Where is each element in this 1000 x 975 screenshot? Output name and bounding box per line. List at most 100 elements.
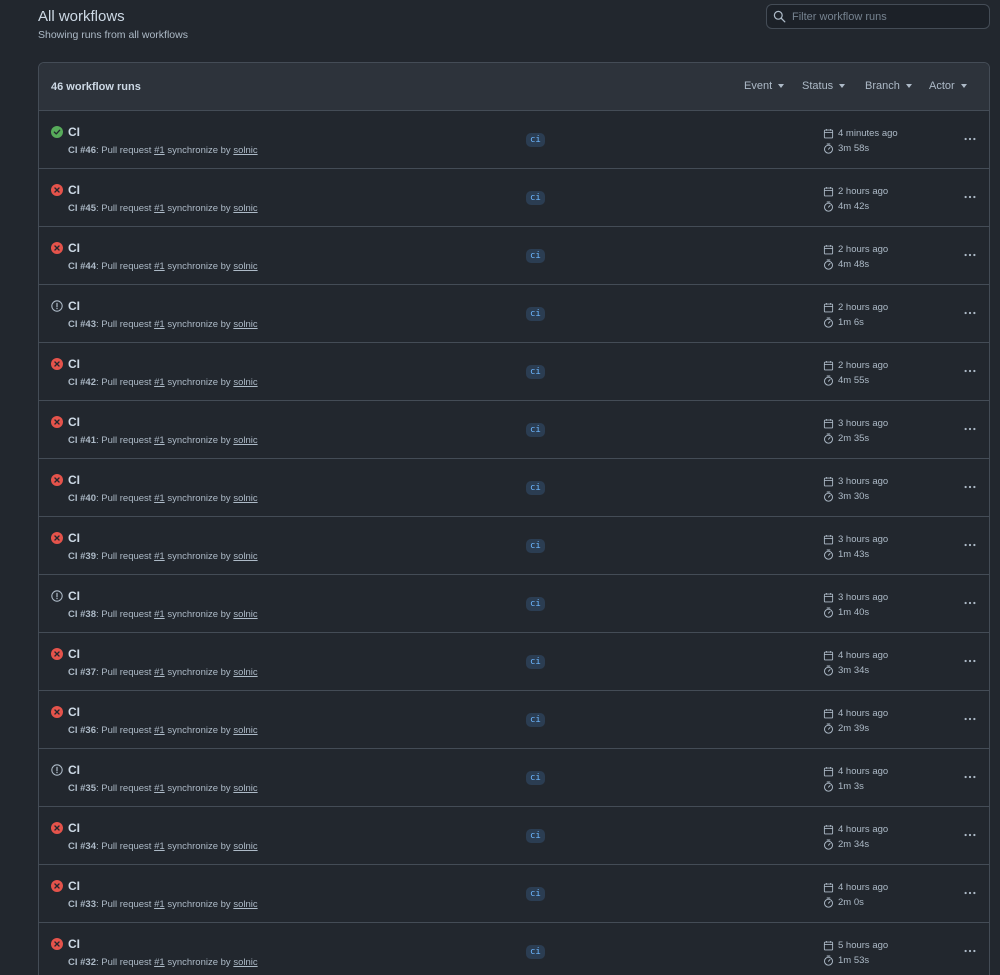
pull-request-link[interactable]: #1 — [154, 435, 165, 446]
actor-filter[interactable]: Actor — [929, 80, 967, 92]
actor-link[interactable]: solnic — [233, 725, 257, 736]
workflow-run-row[interactable]: CI CI #40: Pull request #1 synchronize by… — [39, 459, 989, 517]
run-title-link[interactable]: CI — [68, 879, 80, 893]
pull-request-link[interactable]: #1 — [154, 493, 165, 504]
filter-runs-search[interactable] — [766, 4, 990, 29]
run-title-link[interactable]: CI — [68, 473, 80, 487]
pull-request-link[interactable]: #1 — [154, 145, 165, 156]
run-title-link[interactable]: CI — [68, 821, 80, 835]
actor-link[interactable]: solnic — [233, 899, 257, 910]
branch-tag[interactable]: ci — [526, 539, 545, 553]
run-title-link[interactable]: CI — [68, 937, 80, 951]
actor-link[interactable]: solnic — [233, 783, 257, 794]
run-title-link[interactable]: CI — [68, 357, 80, 371]
pull-request-link[interactable]: #1 — [154, 609, 165, 620]
run-title-link[interactable]: CI — [68, 647, 80, 661]
actor-link[interactable]: solnic — [233, 841, 257, 852]
run-workflow: CI #36 — [68, 725, 96, 736]
more-options-button[interactable] — [961, 536, 979, 554]
more-options-button[interactable] — [961, 478, 979, 496]
more-options-button[interactable] — [961, 768, 979, 786]
run-meta: CI #38: Pull request #1 synchronize by s… — [68, 609, 258, 620]
workflow-run-row[interactable]: CI CI #42: Pull request #1 synchronize by… — [39, 343, 989, 401]
more-options-button[interactable] — [961, 942, 979, 960]
pull-request-link[interactable]: #1 — [154, 725, 165, 736]
run-title-link[interactable]: CI — [68, 705, 80, 719]
branch-tag[interactable]: ci — [526, 249, 545, 263]
actor-link[interactable]: solnic — [233, 957, 257, 968]
pull-request-link[interactable]: #1 — [154, 957, 165, 968]
run-title-link[interactable]: CI — [68, 241, 80, 255]
actor-link[interactable]: solnic — [233, 493, 257, 504]
run-title-link[interactable]: CI — [68, 763, 80, 777]
more-options-button[interactable] — [961, 362, 979, 380]
workflow-run-row[interactable]: CI CI #43: Pull request #1 synchronize by… — [39, 285, 989, 343]
pull-request-link[interactable]: #1 — [154, 667, 165, 678]
actor-link[interactable]: solnic — [233, 377, 257, 388]
branch-tag[interactable]: ci — [526, 771, 545, 785]
branch-tag[interactable]: ci — [526, 133, 545, 147]
more-options-button[interactable] — [961, 304, 979, 322]
pull-request-link[interactable]: #1 — [154, 551, 165, 562]
actor-link[interactable]: solnic — [233, 203, 257, 214]
workflow-run-row[interactable]: CI CI #39: Pull request #1 synchronize by… — [39, 517, 989, 575]
more-options-button[interactable] — [961, 652, 979, 670]
more-options-button[interactable] — [961, 130, 979, 148]
workflow-run-row[interactable]: CI CI #46: Pull request #1 synchronize by… — [39, 111, 989, 169]
workflow-run-row[interactable]: CI CI #36: Pull request #1 synchronize by… — [39, 691, 989, 749]
branch-tag[interactable]: ci — [526, 365, 545, 379]
stopwatch-icon — [824, 897, 833, 908]
pull-request-link[interactable]: #1 — [154, 319, 165, 330]
status-filter[interactable]: Status — [802, 80, 846, 92]
branch-tag[interactable]: ci — [526, 597, 545, 611]
branch-tag[interactable]: ci — [526, 655, 545, 669]
actor-link[interactable]: solnic — [233, 435, 257, 446]
pull-request-link[interactable]: #1 — [154, 899, 165, 910]
run-title-link[interactable]: CI — [68, 589, 80, 603]
run-title-link[interactable]: CI — [68, 531, 80, 545]
workflow-run-row[interactable]: CI CI #34: Pull request #1 synchronize by… — [39, 807, 989, 865]
pull-request-link[interactable]: #1 — [154, 203, 165, 214]
branch-tag[interactable]: ci — [526, 307, 545, 321]
workflow-run-row[interactable]: CI CI #32: Pull request #1 synchronize by… — [39, 923, 989, 975]
run-title-link[interactable]: CI — [68, 183, 80, 197]
branch-tag[interactable]: ci — [526, 713, 545, 727]
pull-request-link[interactable]: #1 — [154, 377, 165, 388]
workflow-run-row[interactable]: CI CI #37: Pull request #1 synchronize by… — [39, 633, 989, 691]
workflow-run-row[interactable]: CI CI #38: Pull request #1 synchronize by… — [39, 575, 989, 633]
pull-request-link[interactable]: #1 — [154, 261, 165, 272]
branch-tag[interactable]: ci — [526, 481, 545, 495]
actor-link[interactable]: solnic — [233, 667, 257, 678]
event-filter[interactable]: Event — [744, 80, 785, 92]
branch-tag[interactable]: ci — [526, 945, 545, 959]
branch-tag[interactable]: ci — [526, 191, 545, 205]
workflow-run-row[interactable]: CI CI #41: Pull request #1 synchronize by… — [39, 401, 989, 459]
more-options-button[interactable] — [961, 246, 979, 264]
branch-tag[interactable]: ci — [526, 423, 545, 437]
actor-link[interactable]: solnic — [233, 145, 257, 156]
workflow-run-row[interactable]: CI CI #44: Pull request #1 synchronize by… — [39, 227, 989, 285]
workflow-run-row[interactable]: CI CI #45: Pull request #1 synchronize by… — [39, 169, 989, 227]
actor-link[interactable]: solnic — [233, 609, 257, 620]
branch-filter[interactable]: Branch — [865, 80, 912, 92]
workflow-run-row[interactable]: CI CI #33: Pull request #1 synchronize by… — [39, 865, 989, 923]
more-options-button[interactable] — [961, 710, 979, 728]
more-options-button[interactable] — [961, 420, 979, 438]
more-options-button[interactable] — [961, 594, 979, 612]
run-title-link[interactable]: CI — [68, 415, 80, 429]
pull-request-link[interactable]: #1 — [154, 783, 165, 794]
workflow-run-row[interactable]: CI CI #35: Pull request #1 synchronize by… — [39, 749, 989, 807]
run-title-link[interactable]: CI — [68, 125, 80, 139]
run-number: #43 — [80, 319, 96, 330]
more-options-button[interactable] — [961, 884, 979, 902]
search-input[interactable] — [792, 10, 982, 23]
actor-link[interactable]: solnic — [233, 551, 257, 562]
pull-request-link[interactable]: #1 — [154, 841, 165, 852]
actor-link[interactable]: solnic — [233, 261, 257, 272]
run-title-link[interactable]: CI — [68, 299, 80, 313]
more-options-button[interactable] — [961, 188, 979, 206]
more-options-button[interactable] — [961, 826, 979, 844]
actor-link[interactable]: solnic — [233, 319, 257, 330]
branch-tag[interactable]: ci — [526, 829, 545, 843]
branch-tag[interactable]: ci — [526, 887, 545, 901]
